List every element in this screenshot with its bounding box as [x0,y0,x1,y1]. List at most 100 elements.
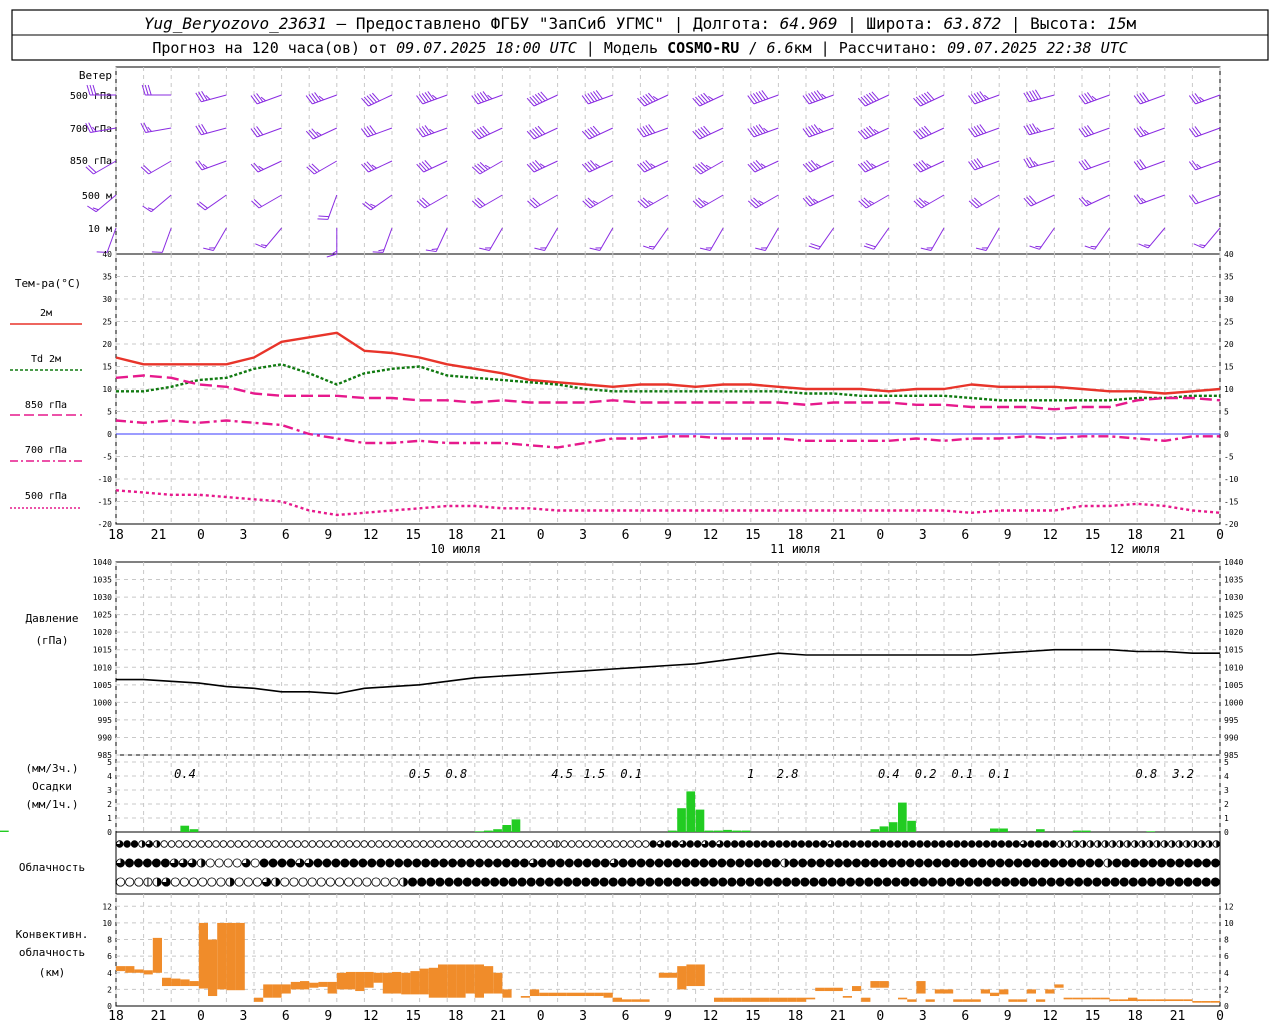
conv-bar [134,969,144,973]
conv-bar [953,999,963,1002]
cloud-symbol-fill [983,877,992,887]
cloud-symbol [1001,877,1011,887]
cloud-symbol-fill [1193,858,1202,868]
cloud-symbol [860,858,870,868]
precip-bar [907,820,916,832]
cloud-symbol [412,858,422,868]
cloud-symbol [142,858,152,868]
time-axis-label: 21 [151,528,167,543]
cloud-symbol-outline [298,877,308,887]
precip-total-label: 0.4 [174,767,196,781]
wind-barb-flag [968,200,978,209]
cloud-symbol-fill [812,840,820,848]
pressure-ytick-left: 1015 [93,646,112,655]
wind-barb-flag [752,93,761,103]
cloud-symbol [1190,840,1198,848]
cloud-symbol-fill [746,840,753,848]
conv-bar [962,999,972,1002]
cloud-symbol [855,877,865,887]
cloud-symbol-fill [736,877,746,887]
wind-barb-flag [537,125,546,135]
cloud-symbol-fill [842,840,850,848]
cloud-symbol [982,877,992,887]
temp-ytick-left: 0 [107,430,112,439]
cloud-symbol-outline [198,877,208,887]
conv-bar [410,971,420,995]
cloud-symbol-fill [609,877,618,887]
wind-barb-flag [318,215,329,218]
wind-barb [204,194,227,211]
cloud-symbol-fill [394,858,403,868]
cloud-symbol [671,840,680,848]
cloud-symbol [501,858,511,868]
conv-bar [1118,999,1128,1002]
cloud-symbol [573,858,583,868]
cloud-symbol-fill [1130,858,1139,868]
precip-bar [695,809,705,832]
precip-title: Осадки [32,780,72,793]
conv-bar [272,984,282,998]
precip-total-label: 0.1 [952,767,974,781]
wind-barb-flag [1028,195,1037,204]
plot-area: 18 21 0 3 6 9 12 15 18 21 0 3 6 9 12 15 18 21 0 3 6 9 12 15 18 21… [0,66,1243,1024]
conv-title-2: облачность [19,946,85,959]
wind-barb-flag [532,161,540,170]
cloud-symbol [600,858,610,868]
lat-value: 63.872 [943,14,1001,33]
cloud-symbol-fill [951,858,960,868]
cloud-symbol [439,858,449,868]
wind-barb-flag [255,243,266,249]
cloud-symbol [216,877,226,887]
sep-3: | [1001,14,1030,33]
precip-ytick-right: 2 [1224,800,1229,809]
wind-barb-flag [477,197,486,206]
cloud-symbol-fill [502,858,511,868]
cloud-symbol-outline [316,877,326,887]
cloud-symbol [358,858,368,868]
cloud-symbol-fill [782,877,791,887]
precip-bar [668,830,677,832]
wind-barb-flag [973,159,981,169]
wind-barb-flag [692,200,702,209]
cloud-symbol-fill [783,840,790,848]
conv-bar [934,989,944,994]
wind-barb-flag [1194,126,1202,136]
time-axis-label-bottom: 0 [197,1009,205,1024]
cloud-symbol-outline [545,840,554,848]
cloud-symbol-fill [286,858,296,868]
wind-barb-flag [642,126,650,136]
provider: Предоставлено ФГБУ "ЗапСиб УГМС" [356,14,664,33]
cloud-symbol [499,877,509,887]
cloud-symbol [834,840,843,848]
cloud-symbol-fill [727,877,737,887]
day-label: 11 июля [770,542,821,556]
lon-value: 64.969 [780,14,838,33]
wind-barb-flag [920,247,932,252]
cloud-symbol [160,840,168,848]
cloud-symbol [1028,877,1038,887]
cloud-symbol [916,840,924,848]
cloud-symbol-fill [1112,858,1121,868]
precip-total-label: 0.1 [620,767,642,781]
cloud-symbol-fill [490,877,499,887]
temp-ytick-right: 10 [1224,385,1234,394]
cloud-symbol [517,877,527,887]
cloud-symbol [1094,858,1104,868]
time-axis-label: 15 [745,528,761,543]
wind-barb-flag [581,130,590,140]
cloud-symbol-fill [709,877,718,887]
conv-bar [631,999,641,1002]
conv-bar [438,964,448,998]
pressure-ytick-right: 1000 [1224,698,1243,707]
cloud-symbol [492,858,502,868]
cloud-symbol [434,840,443,848]
cloud-symbol-fill [835,840,842,848]
cloud-symbol [663,858,673,868]
cloud-symbol-fill [511,858,520,868]
precip-bar [1036,829,1045,832]
cloud-symbol-fill [654,877,664,887]
cloud-symbol-fill [708,858,717,868]
precip-total-label: 0.4 [878,767,900,781]
temp-ytick-left: 35 [102,273,112,282]
time-axis-label-bottom: 21 [1170,1009,1186,1024]
